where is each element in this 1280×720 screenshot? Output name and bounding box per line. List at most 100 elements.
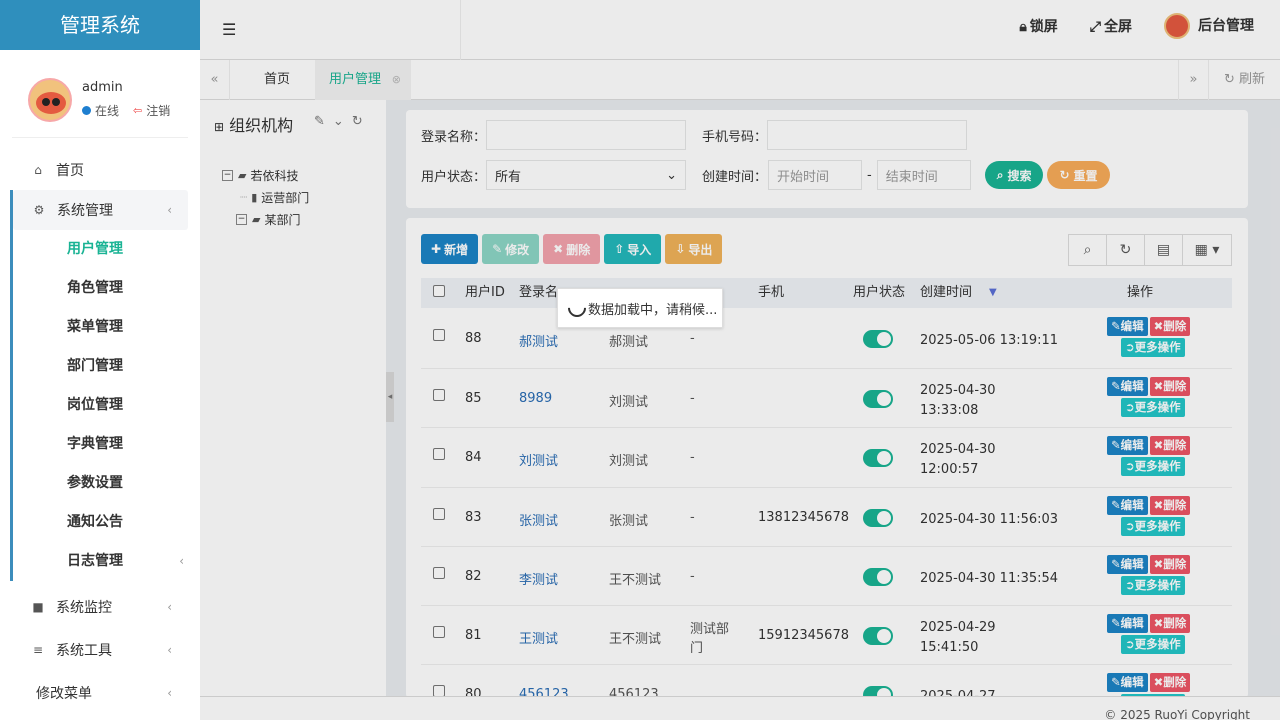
status-toggle[interactable] xyxy=(863,627,893,645)
tree-node-ops[interactable]: ┈ ▮ 运营部门 xyxy=(222,186,309,208)
collapse-icon[interactable]: − xyxy=(222,169,233,181)
chevron-down-icon[interactable]: ⌄ xyxy=(333,114,352,129)
logout-icon[interactable]: ⇦ xyxy=(133,104,142,117)
row-checkbox[interactable] xyxy=(433,567,445,579)
nav-config[interactable]: 参数设置 xyxy=(13,464,200,503)
search-toggle-icon[interactable]: ⌕ xyxy=(1068,234,1107,266)
reset-button[interactable]: ↻ 重置 xyxy=(1047,161,1110,189)
table-row[interactable]: 81 王测试 王不测试 测试部门 15912345678 2025-04-29 … xyxy=(421,606,1232,665)
tree-node-root[interactable]: − ▰ 若依科技 xyxy=(222,164,309,186)
row-checkbox[interactable] xyxy=(433,508,445,520)
nav-dict-mgmt[interactable]: 字典管理 xyxy=(13,425,200,464)
tab-next-icon[interactable]: » xyxy=(1178,60,1208,100)
nav-home[interactable]: ⌂ 首页 xyxy=(0,150,200,190)
fullscreen-button[interactable]: ⤢ 全屏 xyxy=(1090,16,1132,36)
cell-login-link[interactable]: 王测试 xyxy=(519,628,558,647)
status-toggle[interactable] xyxy=(863,390,893,408)
th-phone[interactable]: 手机 xyxy=(758,278,784,308)
cell-login-link[interactable]: 张测试 xyxy=(519,510,558,529)
cell-login-link[interactable]: 郝测试 xyxy=(519,331,558,350)
status-toggle[interactable] xyxy=(863,330,893,348)
phone-input[interactable] xyxy=(767,120,968,150)
select-all-checkbox[interactable] xyxy=(433,285,445,297)
avatar[interactable] xyxy=(28,78,72,122)
columns-icon[interactable]: ▦ ▾ xyxy=(1182,234,1232,266)
refresh-icon[interactable]: ↻ xyxy=(352,114,371,129)
search-button[interactable]: ⌕ 搜索 xyxy=(984,161,1044,189)
row-more-button[interactable]: ➲更多操作 xyxy=(1121,517,1185,536)
row-delete-button[interactable]: ✖删除 xyxy=(1149,377,1191,396)
import-button[interactable]: ⇧ 导入 xyxy=(604,234,662,264)
row-edit-button[interactable]: ✎编辑 xyxy=(1107,673,1148,692)
panel-collapse-handle[interactable]: ◂ xyxy=(386,372,394,422)
status-toggle[interactable] xyxy=(863,568,893,586)
export-button[interactable]: ⇩ 导出 xyxy=(665,234,723,264)
status-toggle[interactable] xyxy=(863,449,893,467)
table-row[interactable]: 84 刘测试 刘测试 - 2025-04-30 12:00:57 ✎编辑 ✖删除 … xyxy=(421,428,1232,488)
tab-prev-icon[interactable]: « xyxy=(200,60,230,100)
status-toggle[interactable] xyxy=(863,509,893,527)
cell-login-link[interactable]: 刘测试 xyxy=(519,450,558,469)
row-checkbox[interactable] xyxy=(433,389,445,401)
row-edit-button[interactable]: ✎编辑 xyxy=(1107,555,1148,574)
row-delete-button[interactable]: ✖删除 xyxy=(1149,317,1191,336)
nav-dept-mgmt[interactable]: 部门管理 xyxy=(13,347,200,386)
row-checkbox[interactable] xyxy=(433,626,445,638)
row-more-button[interactable]: ➲更多操作 xyxy=(1121,576,1185,595)
admin-menu[interactable]: 后台管理 xyxy=(1164,13,1254,39)
row-delete-button[interactable]: ✖删除 xyxy=(1149,673,1191,692)
th-created[interactable]: 创建时间 xyxy=(920,278,972,308)
menu-toggle-icon[interactable]: ☰ xyxy=(222,20,236,39)
row-edit-button[interactable]: ✎编辑 xyxy=(1107,496,1148,515)
row-delete-button[interactable]: ✖删除 xyxy=(1149,555,1191,574)
tab-user-mgmt[interactable]: 用户管理 ⊗ xyxy=(315,60,412,100)
nav-monitor[interactable]: ■ 系统监控 ‹ xyxy=(0,587,200,627)
card-view-icon[interactable]: ▤ xyxy=(1144,234,1183,266)
login-name-input[interactable] xyxy=(486,120,687,150)
close-icon[interactable]: ⊗ xyxy=(392,60,401,100)
cell-login-link[interactable]: 李测试 xyxy=(519,569,558,588)
th-status[interactable]: 用户状态 xyxy=(853,278,905,308)
row-more-button[interactable]: ➲更多操作 xyxy=(1121,457,1185,476)
nav-log-mgmt[interactable]: 日志管理 ‹ xyxy=(13,542,200,581)
nav-user-mgmt[interactable]: 用户管理 xyxy=(13,230,200,269)
nav-post-mgmt[interactable]: 岗位管理 xyxy=(13,386,200,425)
row-more-button[interactable]: ➲更多操作 xyxy=(1121,398,1185,417)
row-delete-button[interactable]: ✖删除 xyxy=(1149,614,1191,633)
row-checkbox[interactable] xyxy=(433,448,445,460)
collapse-icon[interactable]: − xyxy=(236,213,247,225)
start-time-input[interactable]: 开始时间 xyxy=(768,160,863,190)
delete-button[interactable]: ✖ 删除 xyxy=(543,234,601,264)
row-edit-button[interactable]: ✎编辑 xyxy=(1107,614,1148,633)
table-row[interactable]: 82 李测试 王不测试 - 2025-04-30 11:35:54 ✎编辑 ✖删除… xyxy=(421,547,1232,606)
table-row[interactable]: 85 8989 刘测试 - 2025-04-30 13:33:08 ✎编辑 ✖删除… xyxy=(421,369,1232,428)
tab-home[interactable]: 首页 xyxy=(250,60,304,100)
row-more-button[interactable]: ➲更多操作 xyxy=(1121,635,1185,654)
row-edit-button[interactable]: ✎编辑 xyxy=(1107,317,1148,336)
add-button[interactable]: ✚ 新增 xyxy=(421,234,479,264)
nav-modify-menu[interactable]: 修改菜单 ‹ xyxy=(0,673,200,713)
status-select[interactable]: 所有 ⌄ xyxy=(486,160,687,190)
row-more-button[interactable]: ➲更多操作 xyxy=(1121,338,1185,357)
nav-notice[interactable]: 通知公告 xyxy=(13,503,200,542)
edit-icon[interactable]: ✎ xyxy=(314,114,333,129)
table-row[interactable]: 83 张测试 张测试 - 13812345678 2025-04-30 11:5… xyxy=(421,488,1232,547)
lock-screen-button[interactable]: 🔒︎ 锁屏 xyxy=(1019,16,1057,36)
nav-tools[interactable]: ≡ 系统工具 ‹ xyxy=(0,630,200,670)
tree-node-dept[interactable]: − ▰ 某部门 xyxy=(222,208,309,230)
th-login-name[interactable]: 登录名 xyxy=(519,278,558,308)
logout-link[interactable]: 注销 xyxy=(146,102,170,119)
nav-role-mgmt[interactable]: 角色管理 xyxy=(13,269,200,308)
edit-button[interactable]: ✎ 修改 xyxy=(482,234,540,264)
nav-system[interactable]: ⚙ 系统管理 ‹ xyxy=(13,190,188,230)
nav-menu-mgmt[interactable]: 菜单管理 xyxy=(13,308,200,347)
table-row[interactable]: 80 456123 456123 2025-04-27 ✎编辑✖删除 ➲更多操作 xyxy=(421,665,1232,698)
cell-login-link[interactable]: 8989 xyxy=(519,391,552,406)
table-row[interactable]: 88 郝测试 郝测试 - 2025-05-06 13:19:11 ✎编辑 ✖删除 … xyxy=(421,309,1232,369)
row-checkbox[interactable] xyxy=(433,329,445,341)
row-edit-button[interactable]: ✎编辑 xyxy=(1107,436,1148,455)
refresh-icon[interactable]: ↻ xyxy=(1106,234,1145,266)
row-delete-button[interactable]: ✖删除 xyxy=(1149,436,1191,455)
sort-desc-icon[interactable]: ▼ xyxy=(989,278,997,308)
end-time-input[interactable]: 结束时间 xyxy=(876,160,971,190)
